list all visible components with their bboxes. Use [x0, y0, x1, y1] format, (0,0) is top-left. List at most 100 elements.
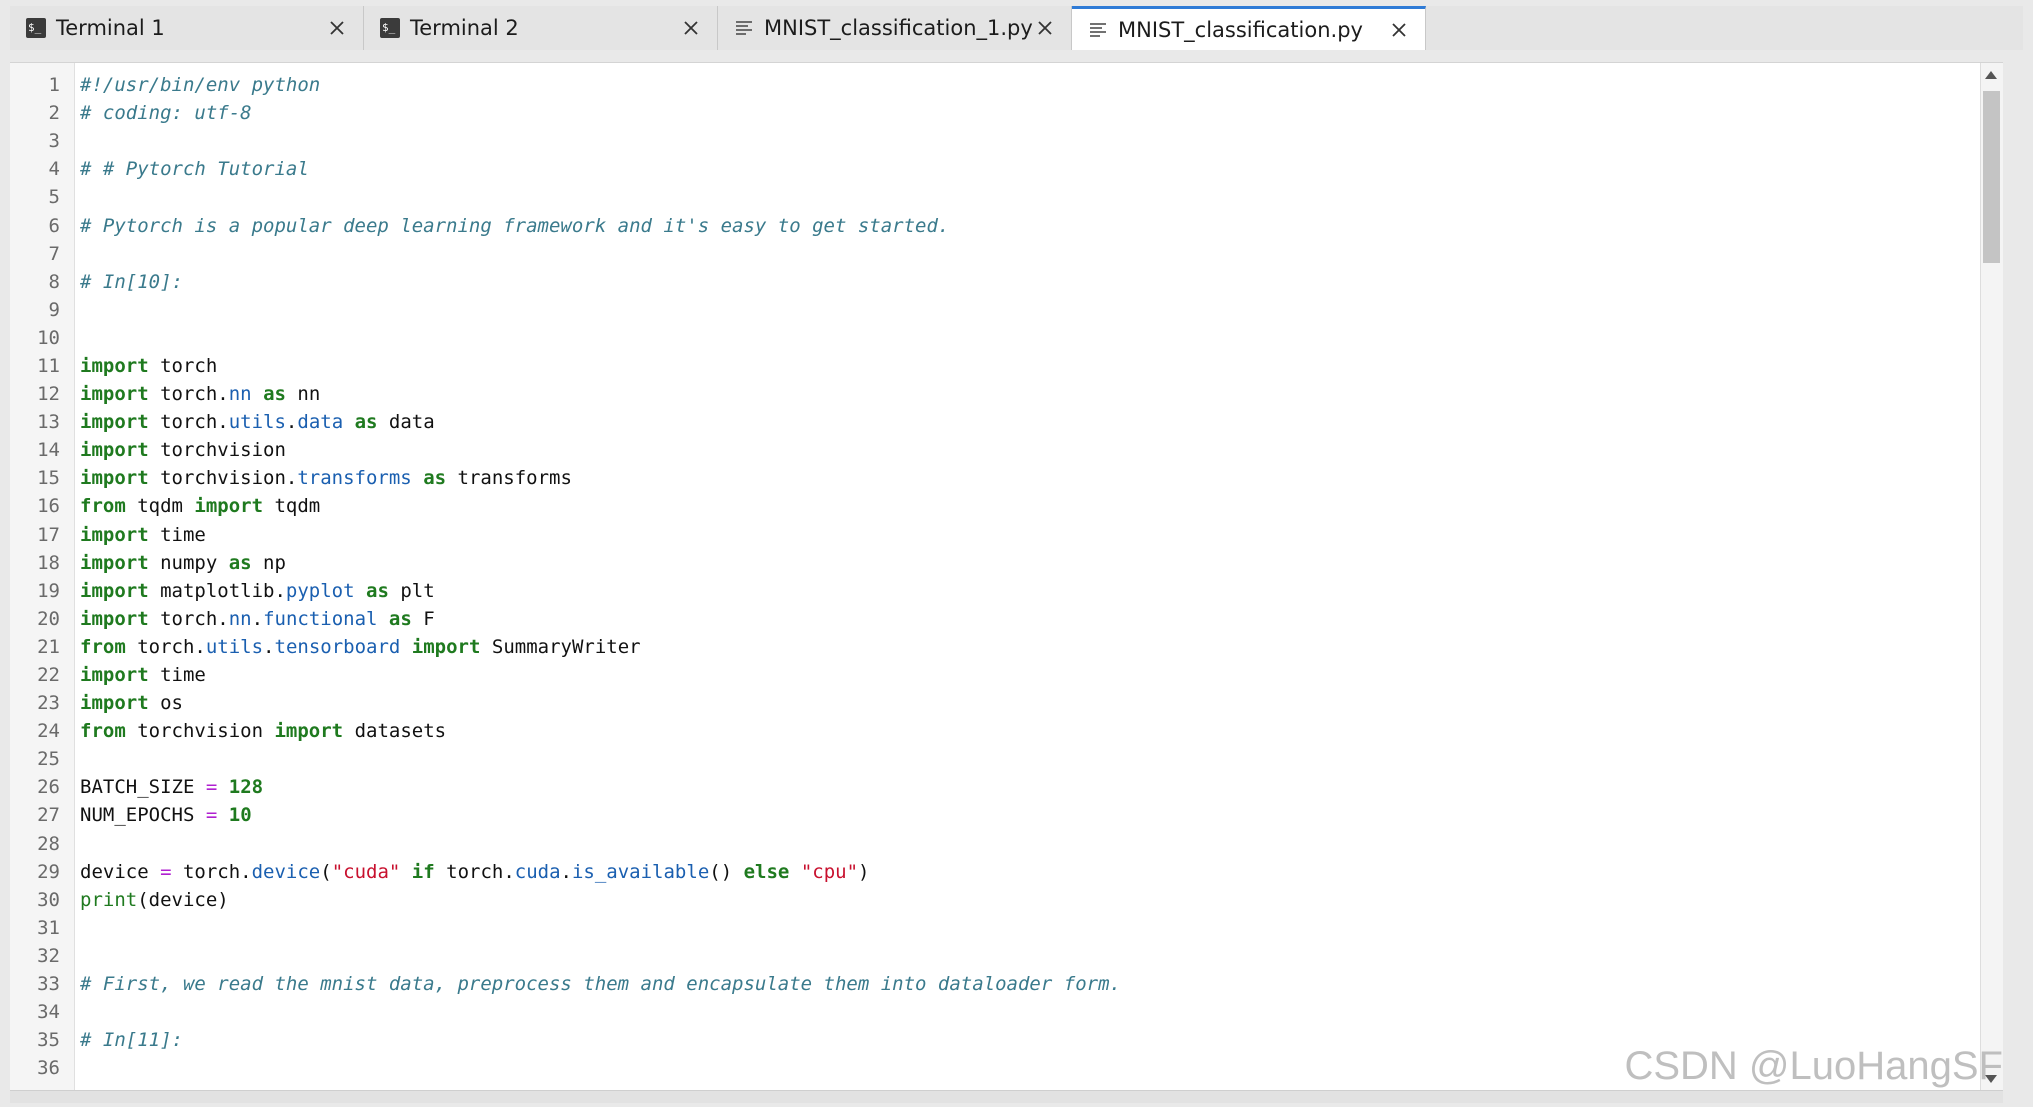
line-number: 16	[37, 495, 60, 518]
code-token: NUM_EPOCHS	[80, 804, 206, 827]
code-token: as	[228, 551, 252, 574]
horizontal-scrollbar[interactable]	[10, 1090, 2003, 1103]
code-line: 25	[10, 745, 1970, 773]
code-token: device	[80, 860, 161, 883]
code-token: time	[148, 664, 206, 687]
code-token: .	[251, 607, 264, 630]
code-token: import	[80, 692, 149, 715]
code-text: NUM_EPOCHS = 10	[60, 804, 252, 826]
code-line: 28	[10, 830, 1970, 858]
code-token: import	[80, 551, 149, 574]
code-token: (	[320, 860, 332, 883]
code-token: import	[80, 439, 149, 462]
code-token: #!/usr/bin/env python	[80, 74, 321, 97]
code-token: 128	[228, 776, 264, 799]
code-token: matplotlib.	[148, 579, 286, 602]
code-line: 5	[10, 183, 1970, 211]
code-token: torch.	[148, 411, 229, 434]
tab-mnist-classification-1[interactable]: MNIST_classification_1.py	[718, 6, 1072, 50]
code-token: torch.	[125, 635, 206, 658]
line-number: 18	[37, 551, 60, 574]
code-token: print	[80, 888, 138, 911]
code-line: 29 device = torch.device("cuda" if torch.…	[10, 858, 1970, 886]
code-text: # coding: utf-8	[60, 102, 252, 124]
code-token: F	[411, 607, 435, 630]
line-number: 35	[37, 1029, 60, 1052]
code-token: torch.	[171, 860, 252, 883]
code-text: import torchvision	[60, 439, 286, 461]
code-token: SummaryWriter	[480, 635, 641, 658]
line-number: 12	[37, 383, 60, 406]
close-icon[interactable]	[1387, 18, 1411, 42]
tab-terminal-1[interactable]: $_ Terminal 1	[10, 6, 364, 50]
code-token: torch.	[148, 383, 229, 406]
code-token: datasets	[343, 720, 447, 743]
code-token: if	[411, 860, 435, 883]
code-token: tqdm	[125, 495, 195, 518]
code-editor[interactable]: 1 #!/usr/bin/env python 2 # coding: utf-8 3 4…	[10, 62, 2003, 1091]
code-token: tensorboard	[274, 635, 401, 658]
code-text: import torch.utils.data as data	[60, 411, 435, 433]
code-token: torch	[148, 354, 218, 377]
code-token: nn	[228, 607, 252, 630]
code-token: # # Pytorch Tutorial	[80, 158, 309, 181]
code-text: from torchvision import datasets	[60, 720, 446, 742]
code-token: "cuda"	[331, 860, 401, 883]
code-token: =	[160, 860, 172, 883]
code-token: import	[411, 635, 481, 658]
code-line: 10	[10, 324, 1970, 352]
close-icon[interactable]	[325, 16, 349, 40]
close-icon[interactable]	[1033, 16, 1057, 40]
code-token: os	[148, 692, 183, 715]
close-icon[interactable]	[679, 16, 703, 40]
file-lines-icon	[734, 18, 754, 38]
code-token: transforms	[297, 467, 412, 490]
tab-terminal-2[interactable]: $_ Terminal 2	[364, 6, 718, 50]
line-number: 14	[37, 439, 60, 462]
code-token: as	[366, 579, 389, 602]
code-text: BATCH_SIZE = 128	[60, 776, 263, 798]
code-token: # coding: utf-8	[80, 102, 252, 125]
tab-bar: $_ Terminal 1 $_ Terminal 2 MNIST_classi…	[10, 6, 2023, 50]
line-number: 27	[37, 804, 60, 827]
code-token: np	[251, 551, 286, 574]
terminal-icon: $_	[380, 18, 400, 38]
code-line: 22 import time	[10, 661, 1970, 689]
code-line: 32	[10, 942, 1970, 970]
code-token: (device)	[137, 888, 229, 911]
scrollbar-thumb[interactable]	[1983, 91, 2000, 263]
tab-label: MNIST_classification_1.py	[764, 16, 1033, 40]
vertical-scrollbar[interactable]	[1980, 63, 2003, 1091]
line-number: 6	[48, 214, 60, 237]
code-token: import	[80, 607, 149, 630]
code-text: import torchvision.transforms as transfo…	[60, 467, 572, 489]
code-line: 15 import torchvision.transforms as trans…	[10, 464, 1970, 492]
code-text: import matplotlib.pyplot as plt	[60, 580, 435, 602]
line-number: 19	[37, 579, 60, 602]
scroll-up-icon[interactable]	[1985, 71, 1997, 79]
tab-label: Terminal 2	[410, 16, 519, 40]
code-line: 23 import os	[10, 689, 1970, 717]
code-line: 2 # coding: utf-8	[10, 99, 1970, 127]
code-token: import	[274, 720, 344, 743]
file-lines-icon	[1088, 20, 1108, 40]
code-token: from	[80, 720, 126, 743]
code-token: cuda	[514, 860, 561, 883]
tab-label: MNIST_classification.py	[1118, 17, 1363, 42]
code-line: 11 import torch	[10, 352, 1970, 380]
code-token: numpy	[148, 551, 229, 574]
code-line: 13 import torch.utils.data as data	[10, 408, 1970, 436]
line-number: 31	[37, 916, 60, 939]
code-text: from torch.utils.tensorboard import Summ…	[60, 636, 641, 658]
code-token: # In[10]:	[80, 270, 183, 293]
code-line: 14 import torchvision	[10, 436, 1970, 464]
code-text: #!/usr/bin/env python	[60, 74, 320, 96]
tab-mnist-classification[interactable]: MNIST_classification.py	[1072, 6, 1426, 50]
code-line: 4 # # Pytorch Tutorial	[10, 155, 1970, 183]
code-text: import numpy as np	[60, 552, 286, 574]
